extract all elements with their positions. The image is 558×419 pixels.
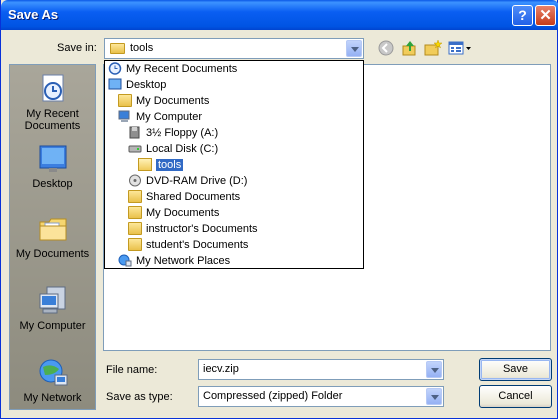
desktop-icon bbox=[108, 78, 122, 91]
save-as-type-select[interactable]: Compressed (zipped) Folder bbox=[198, 386, 444, 407]
place-desktop[interactable]: Desktop bbox=[10, 143, 95, 190]
dropdown-item-selected[interactable]: tools bbox=[138, 157, 184, 173]
file-name-field[interactable]: iecv.zip bbox=[198, 359, 444, 380]
open-folder-icon bbox=[138, 157, 152, 171]
folder-icon bbox=[128, 205, 142, 219]
save-in-label: Save in: bbox=[57, 42, 97, 54]
place-my-recent-documents[interactable]: My Recent Documents bbox=[10, 73, 95, 132]
dropdown-item[interactable]: My Computer bbox=[118, 109, 202, 125]
places-bar: My Recent Documents Desktop My Documents… bbox=[9, 64, 96, 410]
dropdown-item-label: instructor's Documents bbox=[146, 223, 258, 235]
place-my-network[interactable]: My Network bbox=[10, 357, 95, 404]
save-as-type-label: Save as type: bbox=[106, 391, 173, 403]
folder-icon bbox=[118, 93, 132, 107]
recent-documents-icon bbox=[108, 61, 122, 75]
dropdown-item[interactable]: My Recent Documents bbox=[108, 61, 237, 77]
folder-icon bbox=[110, 43, 125, 54]
save-in-dropdown-list[interactable]: My Recent Documents Desktop My Documents… bbox=[104, 60, 364, 269]
new-folder-icon[interactable] bbox=[424, 39, 443, 57]
dropdown-item-label: Local Disk (C:) bbox=[146, 143, 219, 155]
file-name-value: iecv.zip bbox=[203, 363, 239, 375]
place-label-line2: Documents bbox=[24, 120, 81, 132]
my-documents-icon bbox=[37, 213, 69, 245]
help-button[interactable]: ? bbox=[512, 5, 533, 26]
close-button[interactable]: ✕ bbox=[535, 5, 556, 26]
place-label: Desktop bbox=[32, 178, 73, 190]
dropdown-item[interactable]: Desktop bbox=[108, 77, 166, 93]
up-folder-icon[interactable] bbox=[401, 39, 419, 57]
dropdown-item[interactable]: My Documents bbox=[118, 93, 209, 109]
save-as-dialog: Save As ? ✕ Save in: tools My Recent Doc… bbox=[0, 0, 558, 419]
dropdown-item-label: Desktop bbox=[126, 79, 167, 91]
place-label: My Documents bbox=[15, 248, 90, 260]
dropdown-item-label: My Documents bbox=[146, 207, 220, 219]
place-label-line1: My Recent bbox=[26, 108, 79, 120]
network-places-icon bbox=[118, 254, 132, 267]
recent-documents-icon bbox=[37, 73, 69, 105]
dropdown-item[interactable]: 3½ Floppy (A:) bbox=[128, 125, 218, 141]
save-in-combo[interactable]: tools bbox=[104, 38, 364, 59]
file-name-dropdown-arrow[interactable] bbox=[426, 361, 442, 378]
place-label: My Network bbox=[23, 392, 82, 404]
dropdown-item[interactable]: My Network Places bbox=[118, 253, 230, 269]
dropdown-item-label: My Documents bbox=[136, 95, 210, 107]
dropdown-item-label: My Network Places bbox=[136, 255, 231, 267]
my-computer-icon bbox=[37, 285, 69, 317]
folder-icon bbox=[128, 221, 142, 235]
hard-disk-icon bbox=[128, 142, 142, 155]
my-network-icon bbox=[37, 357, 69, 389]
views-menu-icon[interactable] bbox=[448, 39, 472, 57]
computer-icon bbox=[118, 110, 132, 123]
dropdown-item[interactable]: My Documents bbox=[128, 205, 219, 221]
place-label: My Computer bbox=[19, 320, 86, 332]
folder-icon bbox=[128, 189, 142, 203]
dropdown-item[interactable]: Shared Documents bbox=[128, 189, 240, 205]
folder-icon bbox=[128, 237, 142, 251]
desktop-icon bbox=[37, 143, 69, 175]
dropdown-item-label: My Recent Documents bbox=[126, 63, 238, 75]
place-my-computer[interactable]: My Computer bbox=[10, 285, 95, 332]
window-title: Save As bbox=[8, 7, 59, 22]
place-my-documents[interactable]: My Documents bbox=[10, 213, 95, 260]
dropdown-item[interactable]: Local Disk (C:) bbox=[128, 141, 218, 157]
cancel-button[interactable]: Cancel bbox=[479, 385, 552, 408]
title-bar[interactable]: Save As ? ✕ bbox=[1, 0, 558, 30]
back-arrow-icon[interactable] bbox=[377, 39, 395, 57]
file-name-label: File name: bbox=[106, 364, 158, 376]
dropdown-item-label: DVD-RAM Drive (D:) bbox=[146, 175, 248, 187]
dvd-drive-icon bbox=[128, 174, 142, 187]
dropdown-item-label: tools bbox=[156, 159, 184, 171]
save-in-value: tools bbox=[130, 42, 154, 54]
dropdown-item[interactable]: DVD-RAM Drive (D:) bbox=[128, 173, 247, 189]
save-as-type-value: Compressed (zipped) Folder bbox=[203, 390, 343, 402]
floppy-icon bbox=[128, 126, 142, 139]
save-in-dropdown-arrow[interactable] bbox=[346, 40, 362, 57]
dropdown-item-label: Shared Documents bbox=[146, 191, 241, 203]
dropdown-item[interactable]: student's Documents bbox=[128, 237, 248, 253]
dropdown-item-label: 3½ Floppy (A:) bbox=[146, 127, 219, 139]
dropdown-item-label: student's Documents bbox=[146, 239, 249, 251]
save-as-type-dropdown-arrow[interactable] bbox=[426, 388, 442, 405]
save-button[interactable]: Save bbox=[479, 358, 552, 381]
dropdown-item-label: My Computer bbox=[136, 111, 203, 123]
dropdown-item[interactable]: instructor's Documents bbox=[128, 221, 258, 237]
